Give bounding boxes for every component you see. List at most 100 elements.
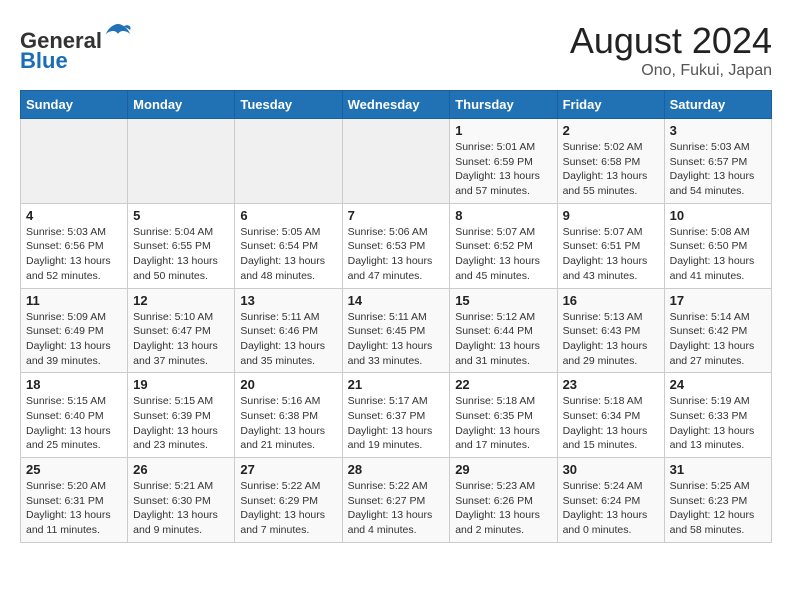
day-number: 14 <box>348 293 445 308</box>
day-number: 22 <box>455 377 551 392</box>
calendar-body: 1 Sunrise: 5:01 AM Sunset: 6:59 PM Daylig… <box>21 119 772 543</box>
day-info: Sunrise: 5:04 AM Sunset: 6:55 PM Dayligh… <box>133 225 229 284</box>
calendar-cell: 31Sunrise: 5:25 AM Sunset: 6:23 PM Dayli… <box>664 458 771 543</box>
calendar-cell: 20 Sunrise: 5:16 AM Sunset: 6:38 PM Dayli… <box>235 373 342 458</box>
day-info: Sunrise: 5:12 AM Sunset: 6:44 PM Dayligh… <box>455 310 551 369</box>
day-info: Sunrise: 5:03 AM Sunset: 6:56 PM Dayligh… <box>26 225 122 284</box>
logo-blue: Blue <box>20 48 68 73</box>
calendar-cell: 21Sunrise: 5:17 AM Sunset: 6:37 PM Dayli… <box>342 373 450 458</box>
day-info: Sunrise: 5:22 AM Sunset: 6:29 PM Dayligh… <box>240 479 336 538</box>
day-info: Sunrise: 5:03 AM Sunset: 6:57 PM Dayligh… <box>670 140 766 199</box>
day-info: Sunrise: 5:05 AM Sunset: 6:54 PM Dayligh… <box>240 225 336 284</box>
calendar-cell: 9 Sunrise: 5:07 AM Sunset: 6:51 PM Daylig… <box>557 203 664 288</box>
calendar-cell: 14 Sunrise: 5:11 AM Sunset: 6:45 PM Dayli… <box>342 288 450 373</box>
week-row-5: 25 Sunrise: 5:20 AM Sunset: 6:31 PM Dayli… <box>21 458 772 543</box>
day-number: 17 <box>670 293 766 308</box>
weekday-header-row: SundayMondayTuesdayWednesdayThursdayFrid… <box>21 91 772 119</box>
day-info: Sunrise: 5:09 AM Sunset: 6:49 PM Dayligh… <box>26 310 122 369</box>
calendar-cell: 5 Sunrise: 5:04 AM Sunset: 6:55 PM Daylig… <box>128 203 235 288</box>
month-year-title: August 2024 <box>570 20 772 62</box>
day-info: Sunrise: 5:23 AM Sunset: 6:26 PM Dayligh… <box>455 479 551 538</box>
calendar-cell: 25 Sunrise: 5:20 AM Sunset: 6:31 PM Dayli… <box>21 458 128 543</box>
week-row-1: 1 Sunrise: 5:01 AM Sunset: 6:59 PM Daylig… <box>21 119 772 204</box>
day-info: Sunrise: 5:16 AM Sunset: 6:38 PM Dayligh… <box>240 394 336 453</box>
calendar-cell: 13Sunrise: 5:11 AM Sunset: 6:46 PM Dayli… <box>235 288 342 373</box>
day-info: Sunrise: 5:01 AM Sunset: 6:59 PM Dayligh… <box>455 140 551 199</box>
calendar-cell: 29 Sunrise: 5:23 AM Sunset: 6:26 PM Dayli… <box>450 458 557 543</box>
day-info: Sunrise: 5:21 AM Sunset: 6:30 PM Dayligh… <box>133 479 229 538</box>
weekday-header-wednesday: Wednesday <box>342 91 450 119</box>
day-number: 7 <box>348 208 445 223</box>
calendar-cell: 1 Sunrise: 5:01 AM Sunset: 6:59 PM Daylig… <box>450 119 557 204</box>
day-info: Sunrise: 5:20 AM Sunset: 6:31 PM Dayligh… <box>26 479 122 538</box>
day-number: 23 <box>563 377 659 392</box>
calendar-cell: 11 Sunrise: 5:09 AM Sunset: 6:49 PM Dayli… <box>21 288 128 373</box>
page-header: General Blue August 2024 Ono, Fukui, Jap… <box>20 20 772 80</box>
day-info: Sunrise: 5:06 AM Sunset: 6:53 PM Dayligh… <box>348 225 445 284</box>
day-number: 25 <box>26 462 122 477</box>
day-info: Sunrise: 5:11 AM Sunset: 6:46 PM Dayligh… <box>240 310 336 369</box>
calendar-cell <box>128 119 235 204</box>
location-subtitle: Ono, Fukui, Japan <box>570 62 772 80</box>
day-number: 2 <box>563 123 659 138</box>
day-number: 28 <box>348 462 445 477</box>
day-info: Sunrise: 5:18 AM Sunset: 6:35 PM Dayligh… <box>455 394 551 453</box>
weekday-header-thursday: Thursday <box>450 91 557 119</box>
day-number: 30 <box>563 462 659 477</box>
calendar-cell: 24 Sunrise: 5:19 AM Sunset: 6:33 PM Dayli… <box>664 373 771 458</box>
calendar-cell: 28 Sunrise: 5:22 AM Sunset: 6:27 PM Dayli… <box>342 458 450 543</box>
calendar-cell <box>235 119 342 204</box>
day-info: Sunrise: 5:19 AM Sunset: 6:33 PM Dayligh… <box>670 394 766 453</box>
calendar-cell: 10Sunrise: 5:08 AM Sunset: 6:50 PM Dayli… <box>664 203 771 288</box>
day-info: Sunrise: 5:10 AM Sunset: 6:47 PM Dayligh… <box>133 310 229 369</box>
weekday-header-saturday: Saturday <box>664 91 771 119</box>
calendar-header: SundayMondayTuesdayWednesdayThursdayFrid… <box>21 91 772 119</box>
day-info: Sunrise: 5:13 AM Sunset: 6:43 PM Dayligh… <box>563 310 659 369</box>
calendar-cell: 3Sunrise: 5:03 AM Sunset: 6:57 PM Daylig… <box>664 119 771 204</box>
day-number: 24 <box>670 377 766 392</box>
day-number: 26 <box>133 462 229 477</box>
day-number: 29 <box>455 462 551 477</box>
calendar-table: SundayMondayTuesdayWednesdayThursdayFrid… <box>20 90 772 543</box>
calendar-cell: 30 Sunrise: 5:24 AM Sunset: 6:24 PM Dayli… <box>557 458 664 543</box>
calendar-cell <box>21 119 128 204</box>
day-info: Sunrise: 5:07 AM Sunset: 6:51 PM Dayligh… <box>563 225 659 284</box>
day-number: 19 <box>133 377 229 392</box>
weekday-header-monday: Monday <box>128 91 235 119</box>
day-number: 1 <box>455 123 551 138</box>
day-info: Sunrise: 5:22 AM Sunset: 6:27 PM Dayligh… <box>348 479 445 538</box>
calendar-cell: 22 Sunrise: 5:18 AM Sunset: 6:35 PM Dayli… <box>450 373 557 458</box>
day-number: 9 <box>563 208 659 223</box>
day-number: 15 <box>455 293 551 308</box>
day-info: Sunrise: 5:15 AM Sunset: 6:39 PM Dayligh… <box>133 394 229 453</box>
day-info: Sunrise: 5:02 AM Sunset: 6:58 PM Dayligh… <box>563 140 659 199</box>
calendar-cell: 2 Sunrise: 5:02 AM Sunset: 6:58 PM Daylig… <box>557 119 664 204</box>
day-number: 31 <box>670 462 766 477</box>
weekday-header-tuesday: Tuesday <box>235 91 342 119</box>
day-number: 16 <box>563 293 659 308</box>
weekday-header-friday: Friday <box>557 91 664 119</box>
day-info: Sunrise: 5:11 AM Sunset: 6:45 PM Dayligh… <box>348 310 445 369</box>
day-info: Sunrise: 5:07 AM Sunset: 6:52 PM Dayligh… <box>455 225 551 284</box>
day-number: 12 <box>133 293 229 308</box>
calendar-cell: 27 Sunrise: 5:22 AM Sunset: 6:29 PM Dayli… <box>235 458 342 543</box>
calendar-cell: 8 Sunrise: 5:07 AM Sunset: 6:52 PM Daylig… <box>450 203 557 288</box>
calendar-cell: 16 Sunrise: 5:13 AM Sunset: 6:43 PM Dayli… <box>557 288 664 373</box>
day-number: 18 <box>26 377 122 392</box>
day-info: Sunrise: 5:17 AM Sunset: 6:37 PM Dayligh… <box>348 394 445 453</box>
day-number: 4 <box>26 208 122 223</box>
day-number: 8 <box>455 208 551 223</box>
day-number: 11 <box>26 293 122 308</box>
title-block: August 2024 Ono, Fukui, Japan <box>570 20 772 80</box>
day-info: Sunrise: 5:14 AM Sunset: 6:42 PM Dayligh… <box>670 310 766 369</box>
calendar-cell: 7 Sunrise: 5:06 AM Sunset: 6:53 PM Daylig… <box>342 203 450 288</box>
day-number: 6 <box>240 208 336 223</box>
logo: General Blue <box>20 20 132 73</box>
day-number: 27 <box>240 462 336 477</box>
day-info: Sunrise: 5:24 AM Sunset: 6:24 PM Dayligh… <box>563 479 659 538</box>
day-number: 5 <box>133 208 229 223</box>
day-info: Sunrise: 5:08 AM Sunset: 6:50 PM Dayligh… <box>670 225 766 284</box>
calendar-cell: 23Sunrise: 5:18 AM Sunset: 6:34 PM Dayli… <box>557 373 664 458</box>
logo-bird-icon <box>104 20 132 48</box>
day-number: 20 <box>240 377 336 392</box>
